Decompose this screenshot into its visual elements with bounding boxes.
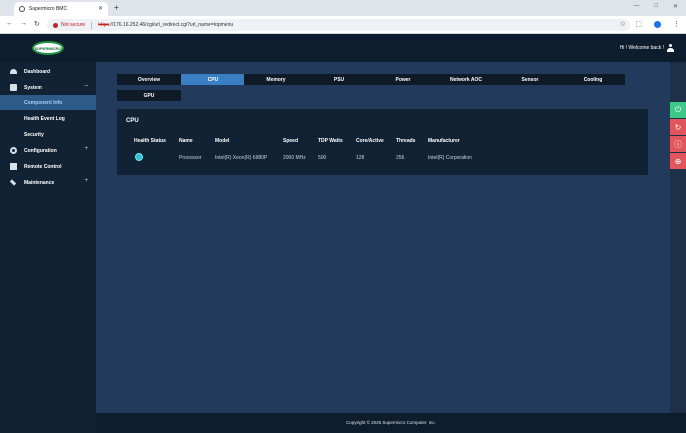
cpu-card: CPU Health Status Name Model Speed TDP W… [117,109,648,175]
sidebar-item-system[interactable]: System – [0,80,96,95]
sidebar-item-remote-control[interactable]: Remote Control [0,159,96,174]
maximize-button[interactable]: □ [654,3,658,10]
column-header-core-active: Core/Active [356,138,384,144]
menu-icon[interactable]: ⋮ [673,20,680,28]
sidebar-item-security[interactable]: Security [0,127,96,142]
logo-text: SUPERMICRO [34,45,62,51]
system-icon [10,84,17,91]
cpu-name: Processor [179,155,202,161]
sidebar-item-label: Health Event Log [24,116,65,122]
sidebar-item-label: Security [24,132,44,138]
sidebar-item-configuration[interactable]: Configuration + [0,143,96,158]
copyright-text: Copyright © 2025 Supermicro Computer, In… [346,420,436,425]
address-bar[interactable]: Not secure https://176.16.252.46/cgi/url… [47,19,630,31]
sidebar-item-label: System [24,85,42,91]
cpu-cores: 128 [356,155,365,161]
cpu-tdp: 500 [318,155,327,161]
cpu-threads: 256 [396,155,405,161]
remote-control-icon [10,163,17,170]
footer: Copyright © 2025 Supermicro Computer, In… [96,413,686,433]
warning-icon [53,22,58,28]
sidebar-item-dashboard[interactable]: Dashboard [0,64,96,79]
globe-icon[interactable]: ⊕ [670,153,686,169]
supermicro-logo[interactable]: SUPERMICRO [32,41,64,55]
cpu-manufacturer: Intel(R) Corporation [428,155,472,161]
refresh-icon[interactable]: ↻ [670,119,686,135]
wrench-icon [9,179,17,186]
column-header-manufacturer: Manufacturer [428,138,460,144]
cpu-model: Intel(R) Xeon(R) 6980P [215,155,268,161]
close-window-button[interactable]: ✕ [673,3,678,10]
tab-overview[interactable]: Overview [117,74,181,85]
sidebar-item-label: Maintenance [24,180,55,186]
new-tab-button[interactable]: + [114,3,119,12]
browser-actions: ⬚ ⋮ [635,20,680,28]
power-icon[interactable]: ⏻ [670,102,686,118]
column-header-speed: Speed [283,138,299,144]
back-arrow-icon[interactable]: ← [6,20,13,27]
not-secure-label[interactable]: Not secure [61,22,85,28]
minimize-button[interactable]: — [633,3,639,10]
collapse-icon[interactable]: – [85,83,88,89]
url-protocol: https [98,22,110,28]
sidebar-item-label: Component Info [24,100,63,106]
expand-icon[interactable]: + [84,146,88,152]
main-content: Overview CPU Memory PSU Power Network AO… [96,62,670,413]
column-header-tdp-watts: TDP Watts [318,138,343,144]
tab-sensor[interactable]: Sensor [498,74,562,85]
url-text[interactable]: https://176.16.252.46/cgi/url_redirect.c… [98,22,233,28]
health-status-indicator [135,153,143,161]
card-title: CPU [126,118,139,124]
tab-power[interactable]: Power [371,74,435,85]
column-header-name: Name [179,138,193,144]
sidebar-item-label: Configuration [24,148,57,154]
tab-psu[interactable]: PSU [307,74,371,85]
profile-icon[interactable] [654,20,661,28]
window-controls: — □ ✕ [633,3,678,10]
column-header-threads: Threads [396,138,416,144]
url-rest: ://176.16.252.46/cgi/url_redirect.cgi?ur… [109,22,234,28]
tab-memory[interactable]: Memory [244,74,308,85]
sidebar-item-label: Dashboard [24,69,51,75]
column-header-health-status: Health Status [134,138,166,144]
browser-toolbar: ← → ↻ Not secure https://176.16.252.46/c… [0,16,686,34]
tab-gpu[interactable]: GPU [117,90,181,101]
sidebar-item-label: Remote Control [24,164,62,170]
column-header-model: Model [215,138,230,144]
cpu-speed: 2000 MHz [283,155,306,161]
sidebar-item-component-info[interactable]: Component Info [0,95,96,110]
alert-icon[interactable]: ⓘ [670,136,686,152]
dashboard-icon [10,69,17,74]
sidebar-footer [0,413,96,433]
tab-cooling[interactable]: Cooling [561,74,625,85]
expand-icon[interactable]: + [84,178,88,184]
welcome-text: Hi ! Welcome back ! [619,45,664,51]
gear-icon [10,147,17,154]
tab-network-aoc[interactable]: Network AOC [434,74,498,85]
favicon-icon [19,6,25,12]
url-divider [91,21,93,29]
browser-tab-bar: Supermicro BMC ✕ + — □ ✕ [0,0,686,16]
sidebar: Dashboard System – Component Info Health… [0,62,96,413]
tab-cpu[interactable]: CPU [181,74,245,85]
bookmark-star-icon[interactable]: ☆ [620,20,626,28]
app-header: SUPERMICRO Hi ! Welcome back ! [0,34,686,62]
sidebar-item-health-event-log[interactable]: Health Event Log [0,111,96,126]
tab-close-icon[interactable]: ✕ [98,5,103,12]
extensions-icon[interactable]: ⬚ [635,20,642,28]
reload-icon[interactable]: ↻ [34,20,40,28]
user-icon[interactable] [667,44,674,52]
sidebar-item-maintenance[interactable]: Maintenance + [0,175,96,190]
forward-arrow-icon[interactable]: → [20,20,27,27]
tab-title: Supermicro BMC [29,6,68,12]
browser-tab[interactable]: Supermicro BMC ✕ [14,2,108,16]
